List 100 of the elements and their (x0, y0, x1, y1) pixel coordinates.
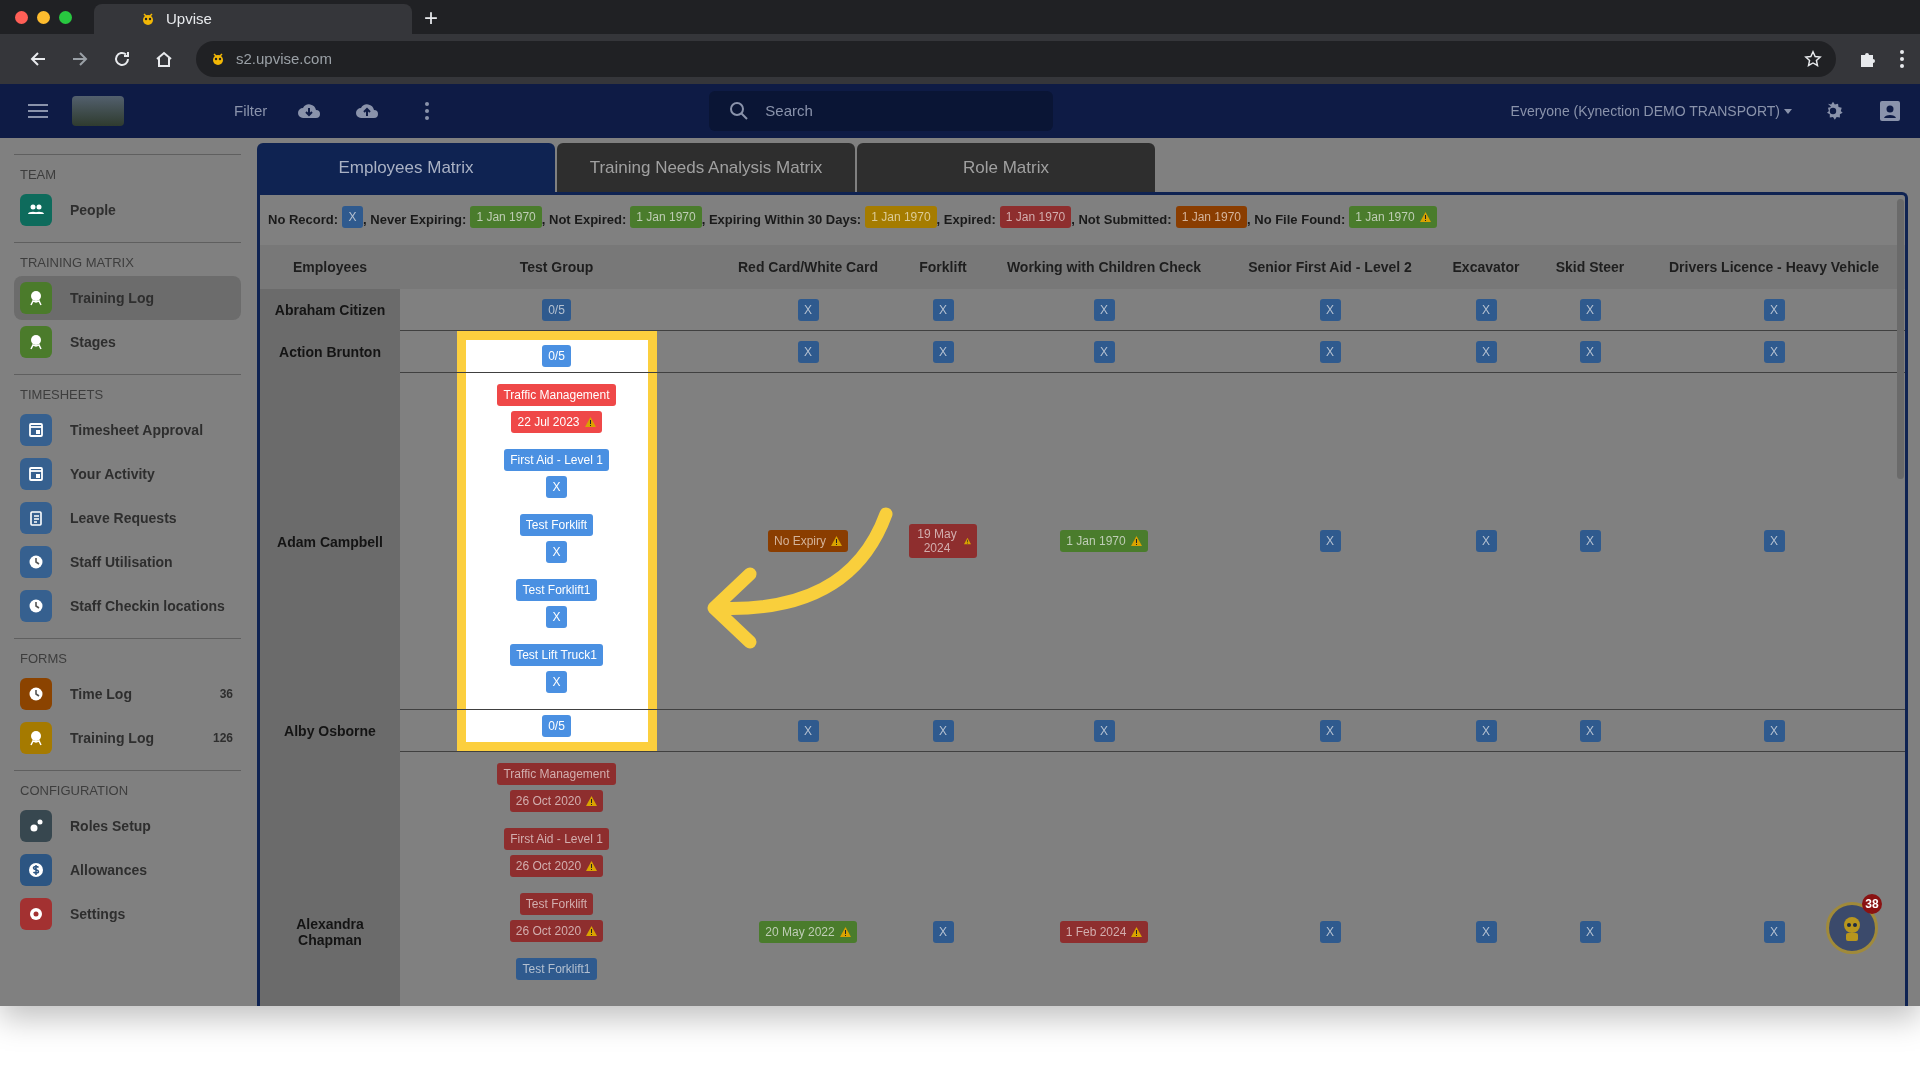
tab-title: Upvise (166, 8, 212, 29)
matrix-tab[interactable]: Role Matrix (857, 143, 1155, 192)
legend-badge: 1 Jan 1970 (999, 206, 1072, 228)
warning-icon (1419, 212, 1431, 222)
item-label: Leave Requests (70, 508, 178, 528)
status-badge: X (1579, 530, 1601, 552)
employee-name: Action Brunton (279, 344, 381, 360)
sidebar-item[interactable]: Staff Utilisation (14, 540, 241, 584)
warning-icon (964, 536, 971, 546)
menu-icon[interactable] (28, 103, 48, 119)
status-badge: X (1319, 340, 1341, 363)
legend-label: , Expired: (936, 211, 996, 230)
matrix-tab[interactable]: Employees Matrix (257, 143, 555, 192)
section-heading: CONFIGURATION (19, 782, 130, 800)
warning-icon (584, 417, 596, 427)
badge-text: 26 Oct 2020 (515, 859, 582, 873)
badge-text: 20 May 2022 (765, 924, 835, 939)
item-count: 126 (212, 730, 233, 747)
more-icon[interactable] (425, 102, 430, 120)
column-header: Red Card/White Card (738, 257, 878, 277)
sidebar-item[interactable]: Timesheet Approval (14, 408, 241, 452)
legend-label: , Not Submitted: (1071, 211, 1172, 230)
column-header: Test Group (519, 257, 594, 277)
search-field[interactable]: Search (709, 91, 1054, 131)
status-badge: X (932, 340, 954, 363)
sidebar-item[interactable]: Time Log 36 (14, 672, 241, 716)
scrollbar[interactable] (1897, 199, 1904, 479)
item-label: Your Activity (70, 464, 156, 484)
course-badge: Test Forklift1 (516, 579, 597, 601)
sidebar-item[interactable]: Training Log (14, 276, 241, 320)
column-header: Skid Steer (1555, 257, 1625, 277)
status-badge: X (1475, 530, 1497, 552)
badge-text: 1 Jan 1970 (1066, 534, 1126, 548)
sidebar-item[interactable]: Roles Setup (14, 804, 241, 848)
matrix-tab[interactable]: Training Needs Analysis Matrix (557, 143, 855, 192)
logo-photo (72, 96, 124, 126)
warning-icon (1131, 926, 1143, 937)
legend-label: , No File Found: (1247, 211, 1346, 230)
account-icon[interactable] (1880, 101, 1900, 121)
cloud-upload-icon[interactable] (355, 102, 380, 120)
status-badge: X (1763, 340, 1785, 363)
course-badge: Traffic Management (497, 763, 616, 785)
status-badge: X (1579, 920, 1601, 943)
course-badge: Test Forklift1 (516, 958, 597, 980)
status-badge: X (546, 606, 567, 628)
warning-icon (839, 926, 851, 937)
course-badge: Traffic Management (497, 384, 616, 406)
new-tab-button[interactable]: + (424, 6, 438, 30)
warning-icon (1130, 536, 1142, 546)
sidebar-item[interactable]: Your Activity (14, 452, 241, 496)
badge-text: No Expiry (774, 534, 826, 548)
score-badge: 0/5 (542, 715, 571, 737)
sidebar-item[interactable]: Training Log 126 (14, 716, 241, 760)
sidebar-item[interactable]: Staff Checkin locations (14, 584, 241, 628)
status-badge: X (797, 340, 819, 363)
course-badge: Test Lift Truck1 (510, 644, 603, 666)
search-input[interactable]: Search (765, 99, 1016, 123)
status-badge: X (1475, 920, 1497, 943)
browser-tab[interactable]: Upvise (94, 4, 412, 34)
sidebar-item[interactable]: Settings (14, 892, 241, 936)
status-badge: X (1579, 298, 1601, 321)
section-heading: TIMESHEETS (19, 386, 105, 404)
section-heading: TRAINING MATRIX (19, 254, 135, 272)
sidebar-item[interactable]: Stages (14, 320, 241, 364)
badge-text: 26 Oct 2020 (515, 924, 582, 938)
legend-label: , Never Expiring: (363, 211, 467, 230)
status-badge: X (1319, 298, 1341, 321)
legend-label: , Not Expired: (541, 211, 627, 230)
badge-text: 1 Feb 2024 (1065, 924, 1127, 939)
sidebar-item[interactable]: Allowances (14, 848, 241, 892)
legend-label: No Record: (268, 211, 339, 230)
star-icon[interactable] (1804, 50, 1822, 68)
item-label: Roles Setup (70, 816, 152, 836)
status-badge: X (932, 920, 954, 943)
status-badge: X (546, 476, 567, 498)
item-label: People (70, 200, 117, 220)
score-badge: 0/5 (542, 298, 571, 321)
status-badge: X (1093, 719, 1115, 742)
status-badge: X (1093, 298, 1115, 321)
warning-icon (586, 861, 598, 871)
item-label: Training Log (70, 288, 155, 308)
sidebar-item[interactable]: People (14, 188, 241, 232)
search-icon (729, 101, 750, 121)
employee-name: Alby Osborne (284, 723, 376, 739)
cloud-download-icon[interactable] (297, 102, 322, 120)
column-header: Employees (293, 257, 367, 277)
reload-icon[interactable] (112, 49, 132, 69)
item-label: Time Log (70, 684, 133, 704)
url-text: s2.upvise.com (236, 48, 333, 69)
status-badge: X (797, 298, 819, 321)
employee-name: Abraham Citizen (274, 302, 386, 318)
home-icon[interactable] (154, 49, 174, 69)
status-badge: X (932, 298, 954, 321)
filter-button[interactable]: Filter (234, 99, 268, 123)
address-bar[interactable]: s2.upvise.com (196, 41, 1836, 77)
more-icon[interactable] (1900, 50, 1904, 68)
bug-logo-icon (140, 11, 156, 27)
sidebar-item[interactable]: Leave Requests (14, 496, 241, 540)
warning-icon (586, 796, 598, 806)
status-badge: X (546, 541, 567, 563)
